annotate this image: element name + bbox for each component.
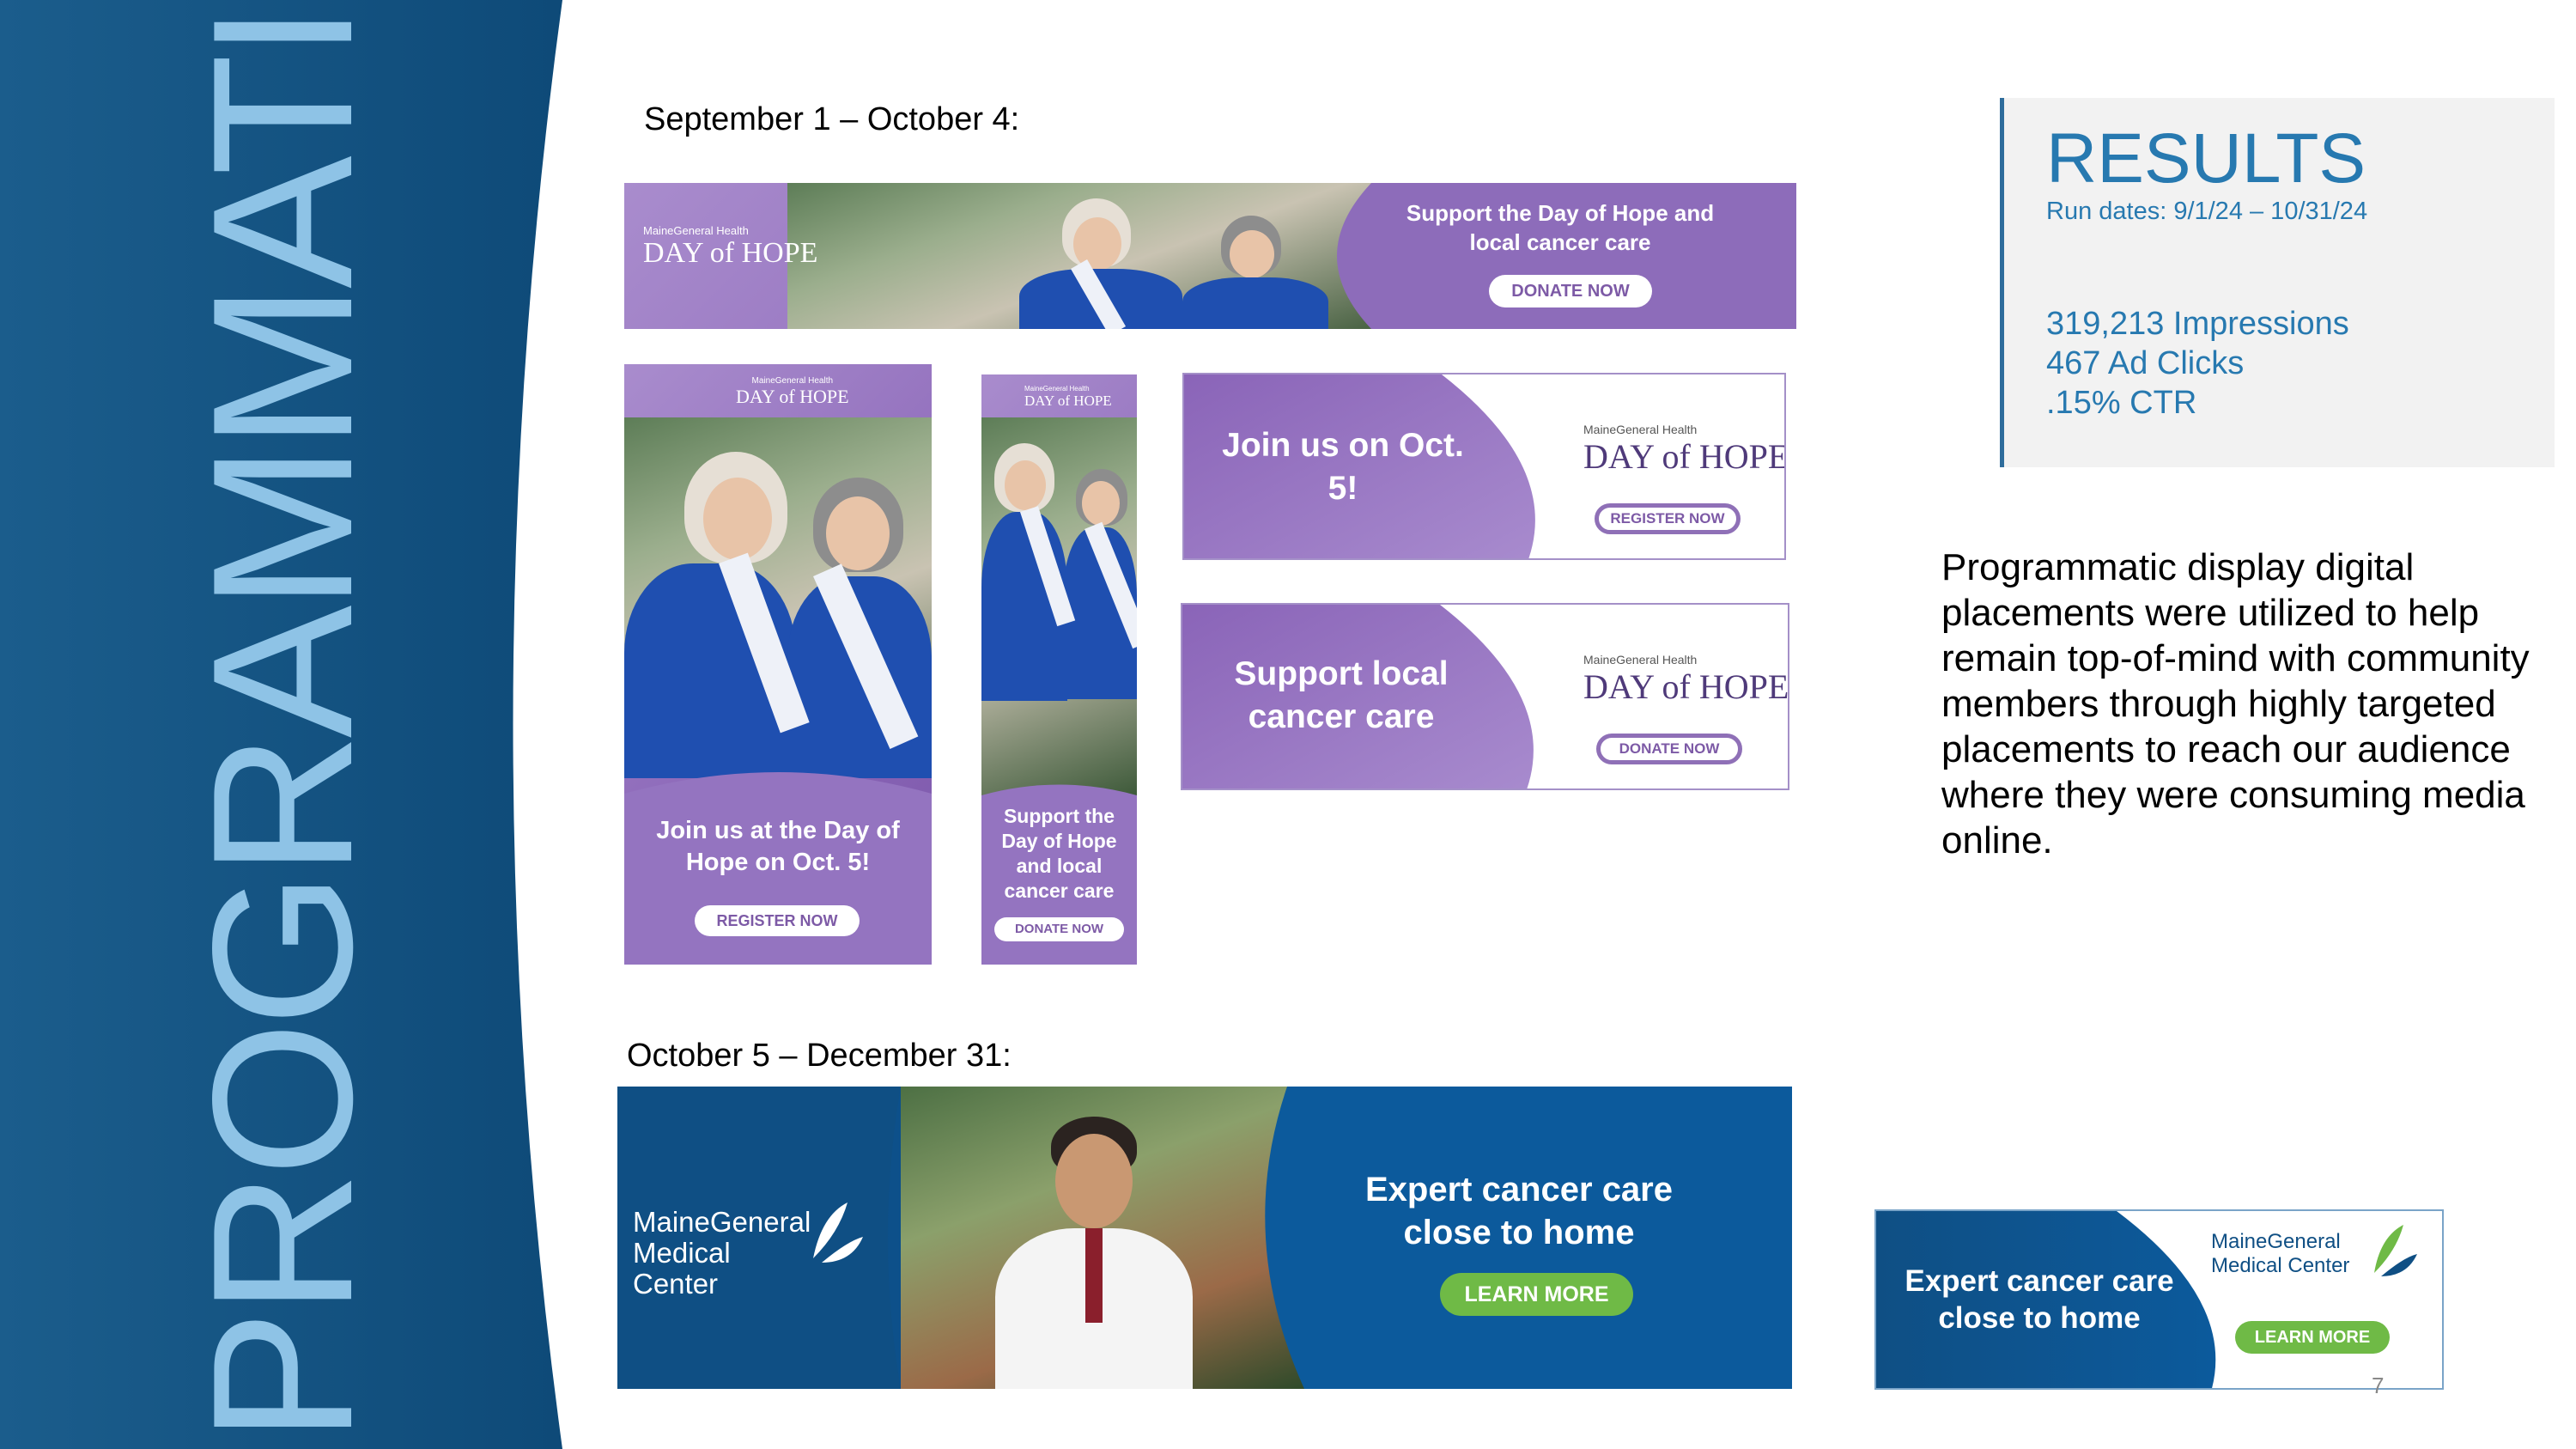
- day-of-hope-logo: MaineGeneral Health DAY of HOPE: [1583, 423, 1786, 476]
- ad-skyscraper-support: MaineGeneral Health DAY of HOPE Support …: [981, 374, 1137, 965]
- ad-headline: Join us at the Day of Hope on Oct. 5!: [656, 817, 900, 876]
- results-impressions: 319,213 Impressions: [2046, 306, 2349, 342]
- page-number: 7: [2372, 1373, 2385, 1398]
- results-title: RESULTS: [2046, 119, 2366, 198]
- medical-center-logo: MaineGeneral Medical Center: [633, 1206, 811, 1300]
- leaf-logo-icon: [813, 1202, 863, 1263]
- results-ctr: .15% CTR: [2046, 385, 2197, 421]
- ad-headline: Support the Day of Hope and local cancer…: [1001, 805, 1117, 902]
- ad-banner-medical-center: Expert cancer care close to home MaineGe…: [1874, 1209, 2444, 1390]
- day-of-hope-logo: MaineGeneral Health DAY of HOPE: [1583, 653, 1789, 706]
- ad-headline: Expert cancer care close to home: [1905, 1264, 2174, 1335]
- day-of-hope-logo: MaineGeneral Health DAY of HOPE: [736, 376, 849, 407]
- ad-skyscraper-join-us: MaineGeneral Health DAY of HOPE Join us …: [624, 364, 932, 965]
- ad-headline: Support local cancer care: [1234, 655, 1449, 735]
- learn-more-button[interactable]: LEARN MORE: [2235, 1321, 2390, 1354]
- register-now-button[interactable]: REGISTER NOW: [695, 905, 860, 936]
- donate-now-button[interactable]: DONATE NOW: [994, 917, 1124, 941]
- register-now-button[interactable]: REGISTER NOW: [1595, 503, 1741, 534]
- medical-center-logo: MaineGeneral Medical Center: [2211, 1230, 2350, 1277]
- donate-now-button[interactable]: DONATE NOW: [1596, 734, 1742, 764]
- second-period-label: October 5 – December 31:: [627, 1038, 1012, 1074]
- donate-now-button[interactable]: DONATE NOW: [1489, 275, 1652, 307]
- leaf-logo-icon: [2374, 1225, 2417, 1276]
- ad-headline: Join us on Oct. 5!: [1222, 427, 1464, 507]
- results-clicks: 467 Ad Clicks: [2046, 345, 2245, 381]
- ad-banner-join-us: Join us on Oct. 5! MaineGeneral Health D…: [1182, 373, 1786, 560]
- ad-banner-support-local: Support local cancer care MaineGeneral H…: [1181, 603, 1789, 790]
- ad-leaderboard-medical-center: MaineGeneral Medical Center Expert cance…: [617, 1087, 1792, 1389]
- day-of-hope-logo: MaineGeneral Health DAY of HOPE: [643, 224, 818, 269]
- side-title: PROGRAMMATIC: [172, 0, 394, 1443]
- day-of-hope-logo: MaineGeneral Health DAY of HOPE: [1024, 385, 1112, 409]
- ad-photo: [624, 417, 932, 778]
- ad-leaderboard-day-of-hope: MaineGeneral Health DAY of HOPE Support …: [624, 183, 1796, 329]
- ad-photo: [981, 417, 1137, 795]
- first-period-label: September 1 – October 4:: [644, 101, 1020, 137]
- description-paragraph: Programmatic display digital placements …: [1941, 546, 2530, 861]
- results-run-dates: Run dates: 9/1/24 – 10/31/24: [2046, 198, 2368, 225]
- ad-headline: Expert cancer care close to home: [1364, 1171, 1673, 1251]
- learn-more-button[interactable]: LEARN MORE: [1440, 1273, 1633, 1316]
- ad-headline: Support the Day of Hope and local cancer…: [1406, 200, 1715, 255]
